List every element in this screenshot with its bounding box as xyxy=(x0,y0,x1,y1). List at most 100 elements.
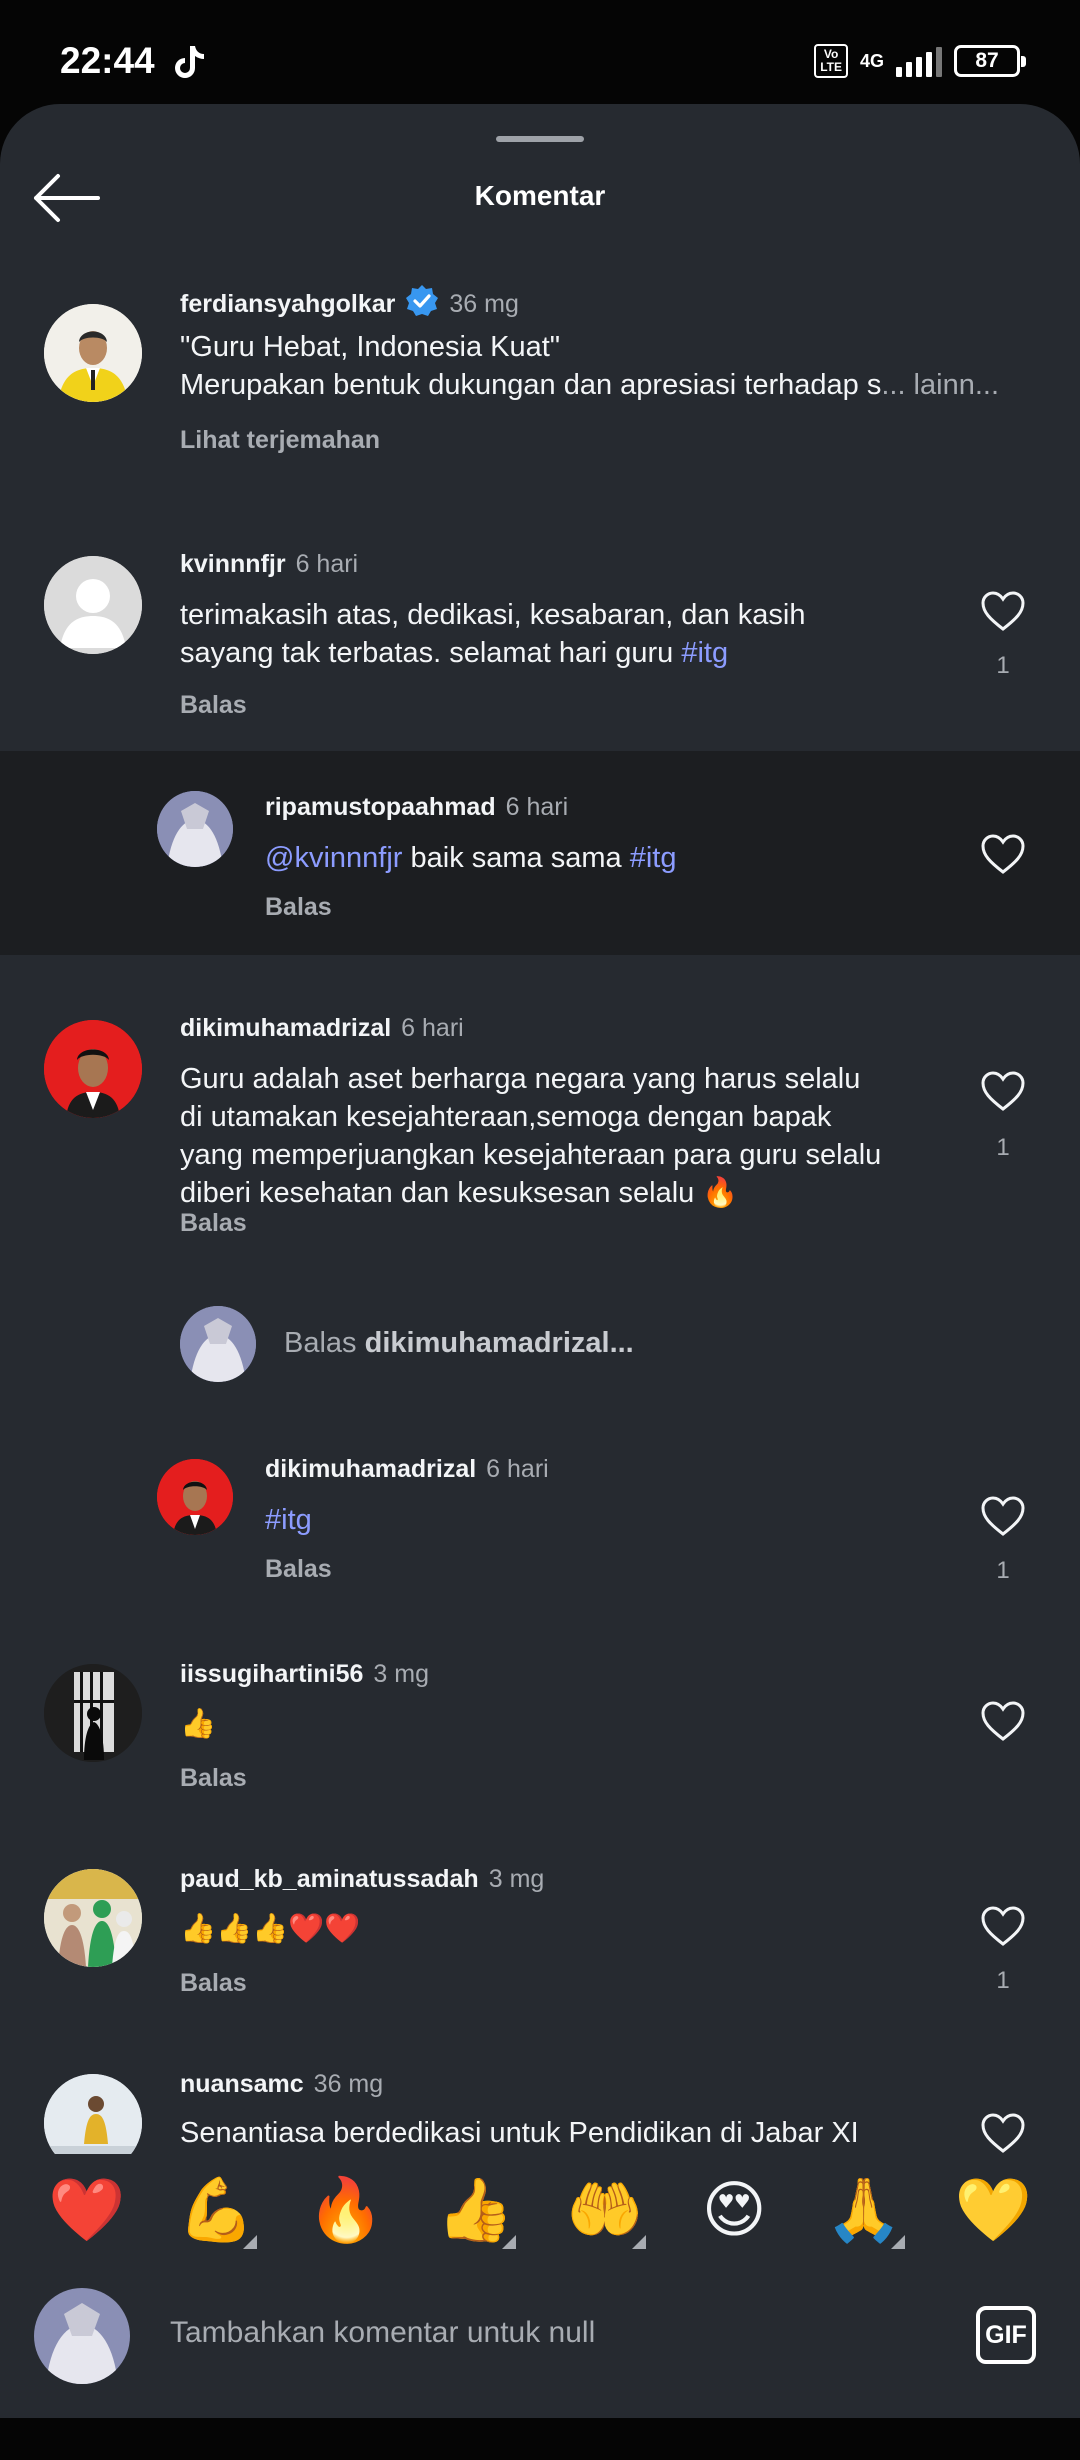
emoji-bar: ❤️ 💪 🔥 👍 🤲 😍 🙏 💛 xyxy=(0,2155,1080,2265)
avatar-image xyxy=(180,1306,256,1382)
heart-icon[interactable] xyxy=(980,1905,1026,1947)
avatar xyxy=(180,1306,256,1382)
heart-icon[interactable] xyxy=(980,1070,1026,1112)
emoji-folded-hands[interactable]: 🙏 xyxy=(819,2175,909,2249)
avatar[interactable] xyxy=(44,1664,142,1762)
gif-button[interactable]: GIF xyxy=(976,2306,1036,2364)
username[interactable]: kvinnnfjr xyxy=(180,550,286,578)
sheet-grabber[interactable] xyxy=(496,136,584,142)
username[interactable]: iissugihartini56 xyxy=(180,1660,363,1688)
reply-prompt-username: dikimuhamadrizal... xyxy=(364,1327,634,1359)
emoji-fire[interactable]: 🔥 xyxy=(301,2175,391,2245)
reply-button[interactable]: Balas xyxy=(180,1969,247,1998)
comment-time: 36 mg xyxy=(449,290,519,318)
hashtag-link[interactable]: #itg xyxy=(630,842,677,874)
comment-text: Senantiasa berdedikasi untuk Pendidikan … xyxy=(180,2117,859,2149)
heart-icon[interactable] xyxy=(980,1700,1026,1742)
hashtag-link[interactable]: #itg xyxy=(265,1504,312,1536)
comment-text: 👍👍👍❤️❤️ xyxy=(180,1911,361,1945)
comment-line: Merupakan bentuk dukungan dan apresiasi … xyxy=(180,366,999,404)
username[interactable]: ripamustopaahmad xyxy=(265,793,496,821)
current-user-avatar xyxy=(34,2288,130,2384)
comment-item: paud_kb_aminatussadah 3 mg 👍👍👍❤️❤️ Balas … xyxy=(0,1849,1080,2039)
emoji-glyph: 💛 xyxy=(954,2173,1032,2246)
comment-composer: Tambahkan komentar untuk null GIF xyxy=(0,2268,1080,2418)
comment-text: Guru adalah aset berharga negara yang ha… xyxy=(180,1060,881,1212)
avatar[interactable] xyxy=(44,1869,142,1967)
reply-prompt-text[interactable]: Balas dikimuhamadrizal... xyxy=(284,1327,634,1360)
see-translation-link[interactable]: Lihat terjemahan xyxy=(180,426,380,455)
status-time: 22:44 xyxy=(60,40,155,81)
more-link[interactable]: ... lainn... xyxy=(881,369,999,401)
comment-meta: ferdiansyahgolkar 36 mg xyxy=(180,284,519,319)
comment-item: iissugihartini56 3 mg 👍 Balas xyxy=(0,1644,1080,1834)
comment-line: Guru adalah aset berharga negara yang ha… xyxy=(180,1063,861,1095)
emoji-glyph: 🔥 xyxy=(307,2173,385,2246)
comment-line-text: sayang tak terbatas. selamat hari guru xyxy=(180,637,682,669)
avatar[interactable] xyxy=(157,791,233,867)
reply-comment-item: ripamustopaahmad 6 hari @kvinnnfjr baik s… xyxy=(0,751,1080,955)
heart-icon[interactable] xyxy=(980,590,1026,632)
comment-text: #itg xyxy=(265,1501,312,1539)
like-count: 1 xyxy=(996,1557,1010,1584)
emoji-yellow-heart[interactable]: 💛 xyxy=(948,2175,1038,2245)
avatar[interactable] xyxy=(44,1020,142,1118)
skin-tone-indicator-icon xyxy=(502,2235,517,2249)
caption-comment: ferdiansyahgolkar 36 mg "Guru Hebat, Indo… xyxy=(0,254,1080,454)
skin-tone-indicator-icon xyxy=(243,2235,258,2249)
avatar-image xyxy=(44,1664,142,1762)
skin-tone-indicator-icon xyxy=(631,2235,646,2249)
heart-icon[interactable] xyxy=(980,833,1026,875)
username[interactable]: nuansamc xyxy=(180,2070,304,2098)
like-count: 1 xyxy=(996,652,1010,679)
comment-line: terimakasih atas, dedikasi, kesabaran, d… xyxy=(180,599,806,631)
avatar[interactable] xyxy=(157,1459,233,1535)
comment-item: nuansamc 36 mg Senantiasa berdedikasi unt… xyxy=(0,2054,1080,2154)
username[interactable]: ferdiansyahgolkar xyxy=(180,290,395,318)
comment-meta: kvinnnfjr 6 hari xyxy=(180,550,358,579)
comment-line: diberi kesehatan dan kesuksesan selalu 🔥 xyxy=(180,1177,739,1209)
reply-button[interactable]: Balas xyxy=(265,1555,332,1584)
reply-button[interactable]: Balas xyxy=(265,893,332,922)
emoji-flexed-biceps[interactable]: 💪 xyxy=(171,2175,261,2249)
comment-meta: paud_kb_aminatussadah 3 mg xyxy=(180,1865,544,1894)
username[interactable]: dikimuhamadrizal xyxy=(180,1014,391,1042)
comment-meta: dikimuhamadrizal 6 hari xyxy=(265,1455,549,1484)
comment-input[interactable]: Tambahkan komentar untuk null xyxy=(170,2316,595,2350)
emoji-heart-eyes[interactable]: 😍 xyxy=(689,2175,779,2245)
emoji-palms-up[interactable]: 🤲 xyxy=(560,2175,650,2249)
heart-icon[interactable] xyxy=(980,2112,1026,2154)
reply-prompt-row[interactable]: Balas dikimuhamadrizal... xyxy=(0,1294,1080,1394)
sheet-title: Komentar xyxy=(474,180,606,211)
username[interactable]: dikimuhamadrizal xyxy=(265,1455,476,1483)
comment-meta: iissugihartini56 3 mg xyxy=(180,1660,429,1689)
username[interactable]: paud_kb_aminatussadah xyxy=(180,1865,479,1893)
skin-tone-indicator-icon xyxy=(890,2235,905,2249)
avatar-image xyxy=(44,1869,142,1967)
avatar[interactable] xyxy=(44,556,142,654)
avatar-image xyxy=(44,1020,142,1118)
default-avatar-icon xyxy=(44,556,142,654)
heart-icon[interactable] xyxy=(980,1495,1026,1537)
comment-time: 6 hari xyxy=(295,550,359,578)
comment-meta: nuansamc 36 mg xyxy=(180,2070,383,2099)
comment-line-text: Merupakan bentuk dukungan dan apresiasi … xyxy=(180,369,882,401)
status-icons: Vo LTE 4G 87 xyxy=(814,44,1026,78)
like-count: 1 xyxy=(996,1967,1010,1994)
avatar[interactable] xyxy=(44,304,142,402)
verified-badge-icon xyxy=(406,285,439,316)
emoji-glyph: 😍 xyxy=(701,2173,767,2246)
reply-prompt-prefix: Balas xyxy=(284,1327,365,1359)
reply-comment-item: dikimuhamadrizal 6 hari #itg Balas 1 xyxy=(0,1439,1080,1639)
emoji-thumbs-up[interactable]: 👍 xyxy=(430,2175,520,2249)
hashtag-link[interactable]: #itg xyxy=(681,637,728,669)
mention-link[interactable]: @kvinnnfjr xyxy=(265,842,402,874)
reply-button[interactable]: Balas xyxy=(180,1764,247,1793)
comment-meta: dikimuhamadrizal 6 hari xyxy=(180,1014,464,1043)
emoji-red-heart[interactable]: ❤️ xyxy=(42,2175,132,2245)
reply-button[interactable]: Balas xyxy=(180,691,247,720)
comment-time: 6 hari xyxy=(401,1014,464,1042)
avatar[interactable] xyxy=(44,2074,142,2154)
signal-icon xyxy=(896,45,942,77)
reply-button[interactable]: Balas xyxy=(180,1209,247,1238)
